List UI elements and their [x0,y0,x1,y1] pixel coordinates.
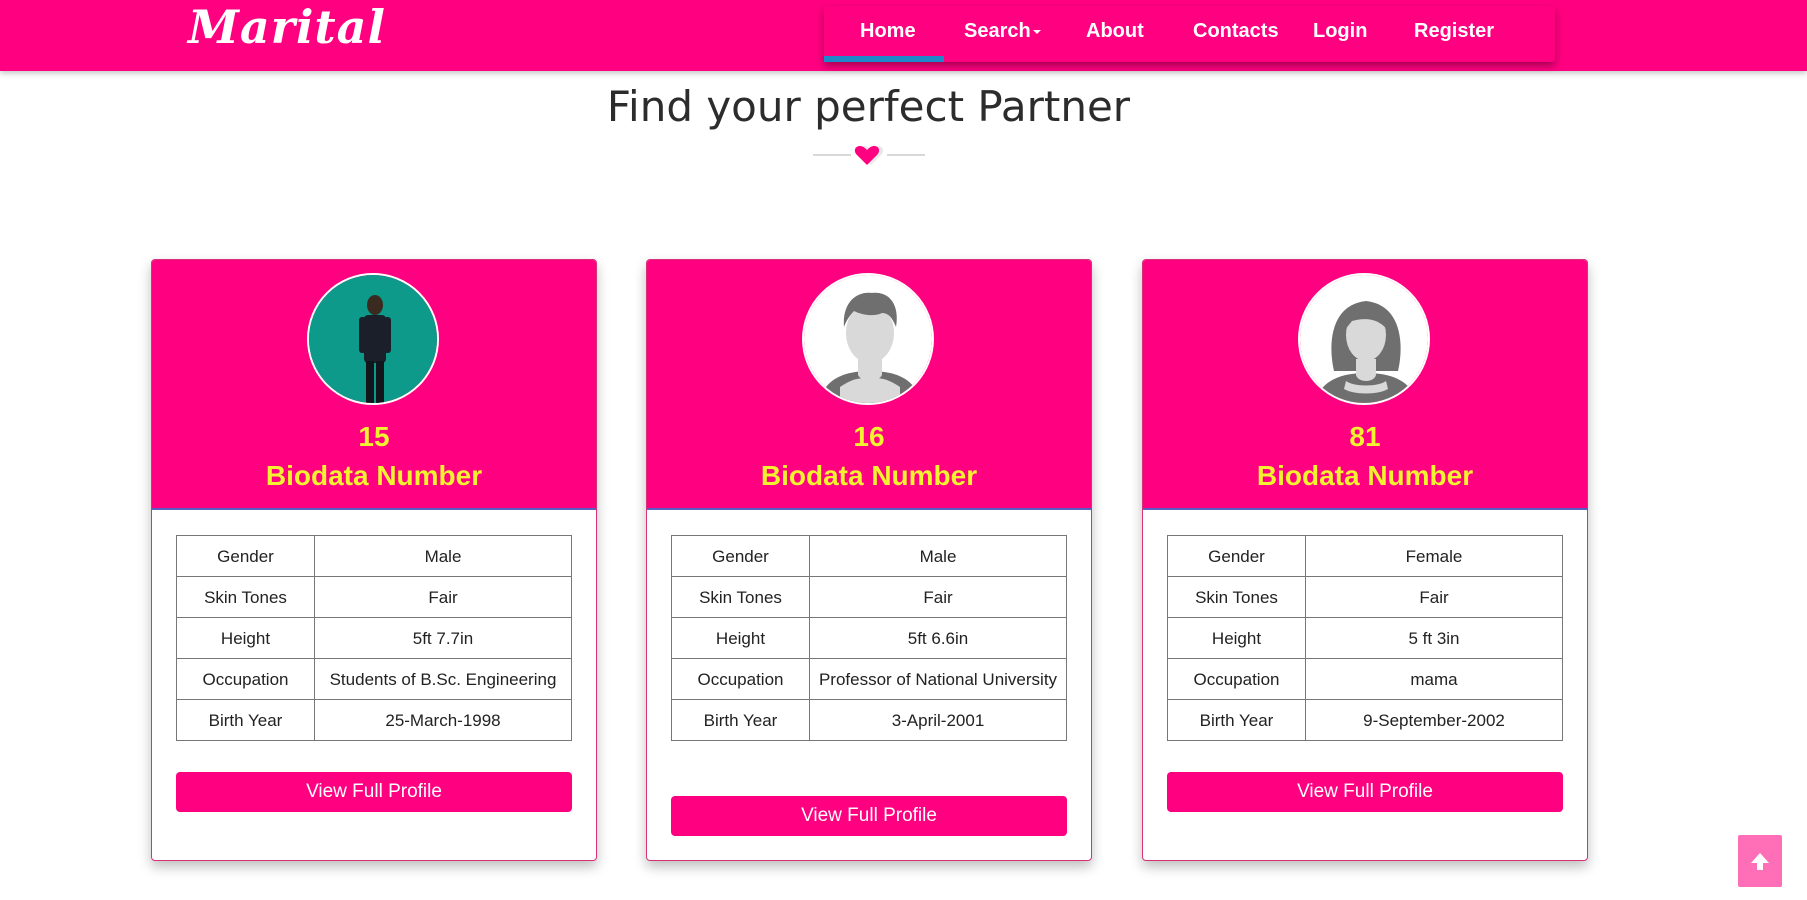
biodata-number: 16 [853,421,885,452]
skin-tone-value: Fair [1305,576,1563,618]
biodata-label: Biodata Number [760,460,978,491]
skin-tone-label: Skin Tones [1167,576,1306,618]
birth-year-label: Birth Year [1167,699,1306,741]
birth-year-value: 3-April-2001 [809,699,1067,741]
biodata-number: 81 [1349,421,1381,452]
view-profile-button[interactable]: View Full Profile [671,796,1067,836]
arrow-up-icon [1751,853,1769,870]
photo-avatar [307,273,439,405]
biodata-label: Biodata Number [1256,460,1474,491]
caret-down-icon [1032,29,1041,34]
gender-value: Male [314,535,572,577]
table-row: Height 5ft 7.7in [176,617,572,659]
height-value: 5ft 7.7in [314,617,572,659]
table-row: Skin Tones Fair [671,576,1067,618]
profile-table: Gender Male Skin Tones Fair Height 5ft 7.7i… [176,535,572,741]
navbar: Marital Home Search About Contacts Login… [0,0,1807,71]
page-title: Find your perfect Partner [606,82,1131,131]
table-row: Gender Male [176,535,572,577]
nav-menu: Home Search About Contacts Login Registe… [824,6,1555,62]
birth-year-label: Birth Year [176,699,315,741]
skin-tone-label: Skin Tones [671,576,810,618]
table-row: Height 5ft 6.6in [671,617,1067,659]
gender-value: Female [1305,535,1563,577]
table-row: Skin Tones Fair [176,576,572,618]
nav-search-label: Search [964,20,1031,42]
table-row: Gender Male [671,535,1067,577]
table-row: Birth Year 3-April-2001 [671,699,1067,741]
heart-divider-icon [813,146,925,165]
occupation-value: Professor of National University [809,658,1067,700]
gender-label: Gender [1167,535,1306,577]
table-row: Occupation Students of B.Sc. Engineering [176,658,572,700]
height-value: 5ft 6.6in [809,617,1067,659]
nav-register[interactable]: Register [1414,20,1494,43]
skin-tone-label: Skin Tones [176,576,315,618]
birth-year-value: 25-March-1998 [314,699,572,741]
table-row: Skin Tones Fair [1167,576,1563,618]
nav-home[interactable]: Home [860,20,916,43]
scroll-to-top-button[interactable] [1738,835,1782,887]
height-label: Height [671,617,810,659]
table-row: Gender Female [1167,535,1563,577]
skin-tone-value: Fair [314,576,572,618]
birth-year-label: Birth Year [671,699,810,741]
occupation-label: Occupation [671,658,810,700]
occupation-value: mama [1305,658,1563,700]
active-indicator [824,56,944,62]
gender-label: Gender [671,535,810,577]
occupation-label: Occupation [176,658,315,700]
view-profile-button[interactable]: View Full Profile [1167,772,1563,812]
female-silhouette-icon [1298,273,1430,405]
occupation-value: Students of B.Sc. Engineering [314,658,572,700]
table-row: Occupation Professor of National Universi… [671,658,1067,700]
view-profile-button[interactable]: View Full Profile [176,772,572,812]
profile-card: 15 Biodata Number Gender Male Skin Tones F… [151,259,597,861]
gender-label: Gender [176,535,315,577]
brand-logo[interactable]: Marital [188,0,386,54]
profile-card: 81 Biodata Number Gender Female Skin Tone… [1142,259,1588,861]
table-row: Birth Year 25-March-1998 [176,699,572,741]
card-header: 16 Biodata Number [647,260,1091,510]
card-header: 15 Biodata Number [152,260,596,510]
nav-about[interactable]: About [1086,20,1144,43]
biodata-number: 15 [358,421,390,452]
occupation-label: Occupation [1167,658,1306,700]
table-row: Occupation mama [1167,658,1563,700]
profile-table: Gender Female Skin Tones Fair Height 5 ft 3… [1167,535,1563,741]
table-row: Height 5 ft 3in [1167,617,1563,659]
height-label: Height [176,617,315,659]
profile-table: Gender Male Skin Tones Fair Height 5ft 6.6i… [671,535,1067,741]
card-header: 81 Biodata Number [1143,260,1587,510]
nav-search[interactable]: Search [964,20,1041,43]
nav-contacts[interactable]: Contacts [1193,20,1279,43]
gender-value: Male [809,535,1067,577]
birth-year-value: 9-September-2002 [1305,699,1563,741]
male-silhouette-icon [802,273,934,405]
biodata-label: Biodata Number [265,460,483,491]
skin-tone-value: Fair [809,576,1067,618]
height-label: Height [1167,617,1306,659]
profile-card: 16 Biodata Number Gender Male Skin Tones F… [646,259,1092,861]
nav-login[interactable]: Login [1313,20,1367,43]
height-value: 5 ft 3in [1305,617,1563,659]
table-row: Birth Year 9-September-2002 [1167,699,1563,741]
